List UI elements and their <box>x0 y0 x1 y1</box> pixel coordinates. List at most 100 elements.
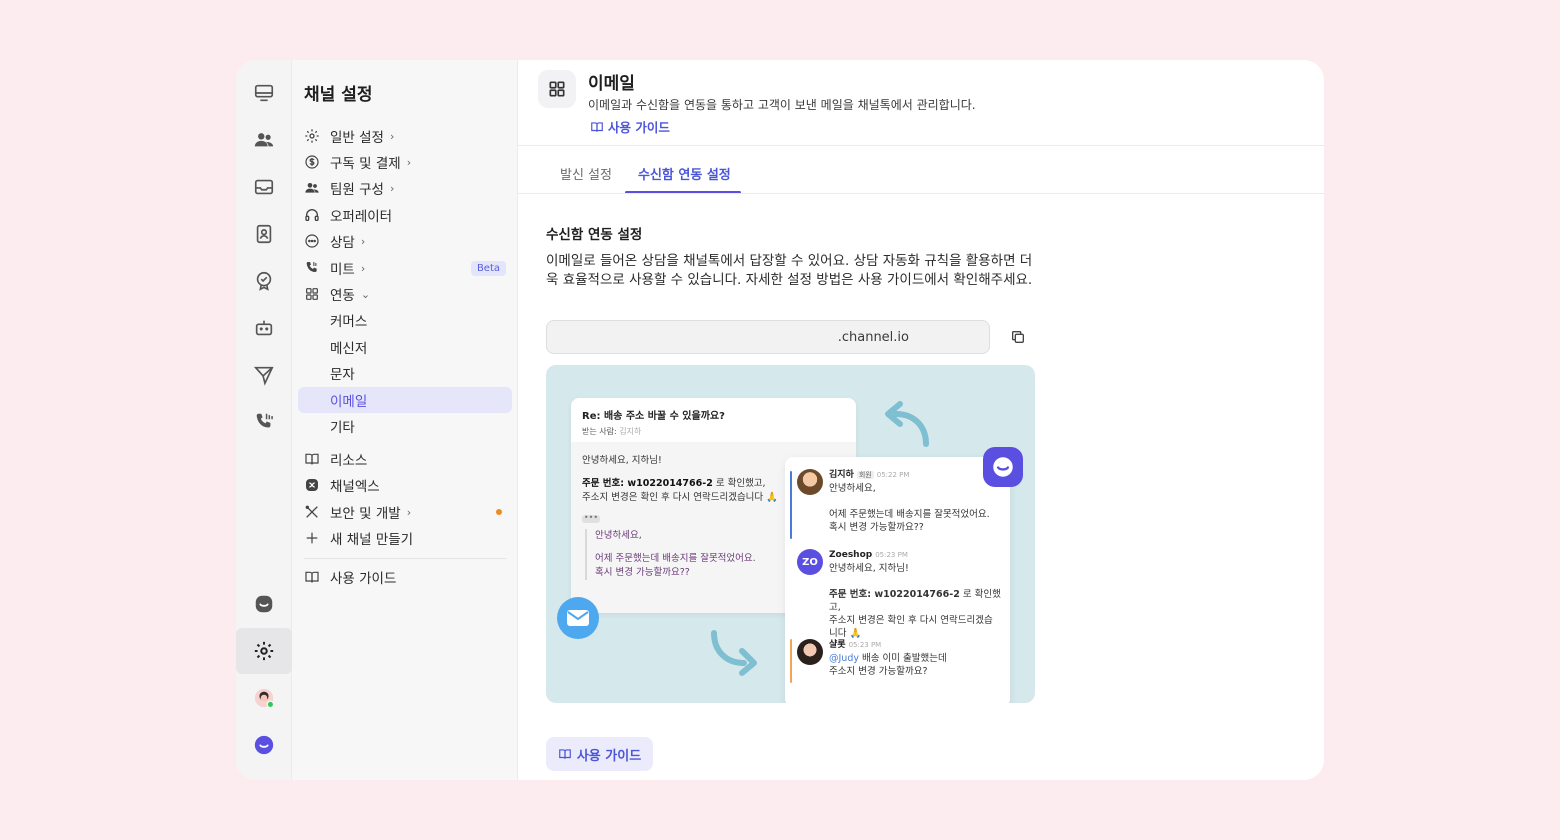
tab-send-settings[interactable]: 발신 설정 <box>560 164 612 183</box>
avatar[interactable] <box>236 675 292 721</box>
main-content: 이메일 이메일과 수신함을 연동을 통하고 고객이 보낸 메일을 채널톡에서 관… <box>518 60 1324 780</box>
sidebar-item-security[interactable]: 보안 및 개발 › <box>298 499 512 525</box>
sidebar-item-label: 사용 가이드 <box>330 571 397 587</box>
sidebar-title: 채널 설정 <box>304 85 373 105</box>
guide-button-label: 사용 가이드 <box>576 748 642 764</box>
sidebar-subitem-other[interactable]: 기타 <box>298 413 512 439</box>
phone-icon <box>298 260 324 276</box>
tab-inbox-settings[interactable]: 수신함 연동 설정 <box>638 164 731 183</box>
grid-icon <box>538 70 576 108</box>
tools-icon <box>298 504 324 520</box>
chevron-right-icon: › <box>389 129 395 143</box>
avatar <box>797 639 823 665</box>
icon-rail <box>236 60 292 780</box>
sidebar-item-guide[interactable]: 사용 가이드 <box>298 564 512 590</box>
gear-icon <box>298 128 324 144</box>
order-suffix: 로 확인했고, <box>712 478 766 489</box>
chevron-right-icon: › <box>406 155 412 169</box>
sidebar-item-integration[interactable]: 연동 ⌄ <box>298 281 512 307</box>
contacts-icon[interactable] <box>236 117 292 163</box>
monitor-icon[interactable] <box>236 70 292 116</box>
book-icon <box>298 451 324 467</box>
sidebar-item-label: 일반 설정 <box>330 130 384 146</box>
message-line: 안녕하세요, <box>829 483 876 494</box>
beta-badge: Beta <box>470 260 506 276</box>
sidebar-subitem-email[interactable]: 이메일 <box>298 387 512 413</box>
message-line: 주소지 변경은 확인 후 다시 연락드리겠습 <box>829 615 993 626</box>
sender-name: 김지하 <box>829 470 854 480</box>
sidebar-item-label: 오퍼레이터 <box>330 209 393 225</box>
chevron-right-icon: › <box>406 505 412 519</box>
section-title: 수신함 연동 설정 <box>546 227 643 243</box>
inbox-email-field[interactable]: .channel.io <box>546 320 990 354</box>
message-line: 주소지 변경 가능할까요? <box>829 666 928 677</box>
sidebar-subitem-messenger[interactable]: 메신저 <box>298 334 512 360</box>
message-line: 주문 번호: w1022014766-2 로 확인했고, <box>829 588 1004 614</box>
headset-icon <box>298 207 324 223</box>
sidebar-subitem-commerce[interactable]: 커머스 <box>298 307 512 333</box>
sidebar-item-consult[interactable]: 상담 › <box>298 228 512 254</box>
sidebar-item-label: 팀원 구성 <box>330 182 384 198</box>
send-icon[interactable] <box>236 352 292 398</box>
order-number: 주문 번호: w1022014766-2 <box>829 589 960 600</box>
sidebar-item-operator[interactable]: 오퍼레이터 <box>298 202 512 228</box>
sidebar-item-team[interactable]: 팀원 구성 › <box>298 175 512 201</box>
mention: @Judy <box>829 653 859 664</box>
message-time: 05:23 PM <box>875 551 908 559</box>
people-icon <box>298 180 324 196</box>
sidebar-item-billing[interactable]: 구독 및 결제 › <box>298 149 512 175</box>
message-line: 혹시 변경 가능할까요?? <box>829 522 924 533</box>
chat-message: ZO Zoeshop 05:23 PM 안녕하세요, 지하님! 주문 번호: w1… <box>785 549 1010 639</box>
copy-icon[interactable] <box>1010 329 1026 345</box>
sender-name: Zoeshop <box>829 550 873 560</box>
order-number: 주문 번호: w1022014766-2 <box>582 478 713 489</box>
sidebar-item-label: 상담 <box>330 235 355 251</box>
phone-icon[interactable] <box>236 399 292 445</box>
sidebar-divider <box>304 558 506 559</box>
guide-button[interactable]: 사용 가이드 <box>546 737 653 771</box>
channel-logo-icon[interactable] <box>236 581 292 627</box>
sidebar-item-label: 리소스 <box>330 453 368 469</box>
sidebar-item-general[interactable]: 일반 설정 › <box>298 123 512 149</box>
chevron-down-icon: ⌄ <box>360 287 371 301</box>
integration-illustration: Re: 배송 주소 바꿀 수 있을까요? 받는 사람: 김지하 안녕하세요, 지… <box>546 365 1035 703</box>
email-domain: .channel.io <box>837 329 909 345</box>
settings-gear-icon[interactable] <box>236 628 292 674</box>
dollar-icon <box>298 154 324 170</box>
bot-icon[interactable] <box>236 305 292 351</box>
chat-message: 김지하 회원 05:22 PM 안녕하세요, 어제 주문했는데 배송지를 잘못적었어… <box>785 469 1010 543</box>
settings-sidebar: 채널 설정 일반 설정 › 구독 및 결제 › 팀원 구성 › 오퍼레이터 상담… <box>292 60 518 780</box>
sidebar-subitem-sms[interactable]: 문자 <box>298 360 512 386</box>
tabs-divider <box>518 193 1324 194</box>
arrow-forward-icon <box>711 630 757 676</box>
book-icon <box>298 569 324 585</box>
message-line: @Judy 배송 이미 출발했는데 <box>829 652 1004 665</box>
email-to-name: 김지하 <box>619 427 642 436</box>
page-title: 이메일 <box>588 74 635 94</box>
badge-check-icon[interactable] <box>236 258 292 304</box>
inbox-icon[interactable] <box>236 164 292 210</box>
message-time: 05:23 PM <box>848 641 882 649</box>
user-card-icon[interactable] <box>236 211 292 257</box>
chevron-right-icon: › <box>360 234 366 248</box>
guide-link-label: 사용 가이드 <box>608 120 670 135</box>
page-description: 이메일과 수신함을 연동을 통하고 고객이 보낸 메일을 채널톡에서 관리합니다… <box>588 98 976 112</box>
chevron-right-icon: › <box>389 181 395 195</box>
header-divider <box>518 145 1324 146</box>
avatar <box>797 469 823 495</box>
channel-talk-icon[interactable] <box>236 722 292 768</box>
plus-icon <box>298 530 324 546</box>
sidebar-item-new-channel[interactable]: 새 채널 만들기 <box>298 525 512 551</box>
email-recipient: 받는 사람: 김지하 <box>582 426 845 437</box>
email-to-label: 받는 사람: <box>582 427 617 436</box>
book-icon <box>591 121 603 132</box>
arrow-back-icon <box>885 401 929 447</box>
sidebar-item-resources[interactable]: 리소스 <box>298 446 512 472</box>
sidebar-item-label: 채널엑스 <box>330 479 380 495</box>
sidebar-item-meet[interactable]: 미트 › Beta <box>298 255 512 281</box>
message-bar <box>790 471 792 539</box>
section-description: 이메일로 들어온 상담을 채널톡에서 답장할 수 있어요. 상담 자동화 규칙을… <box>546 253 1033 288</box>
guide-link[interactable]: 사용 가이드 <box>590 117 670 136</box>
sidebar-item-channelx[interactable]: 채널엑스 <box>298 472 512 498</box>
chevron-right-icon: › <box>360 261 366 275</box>
